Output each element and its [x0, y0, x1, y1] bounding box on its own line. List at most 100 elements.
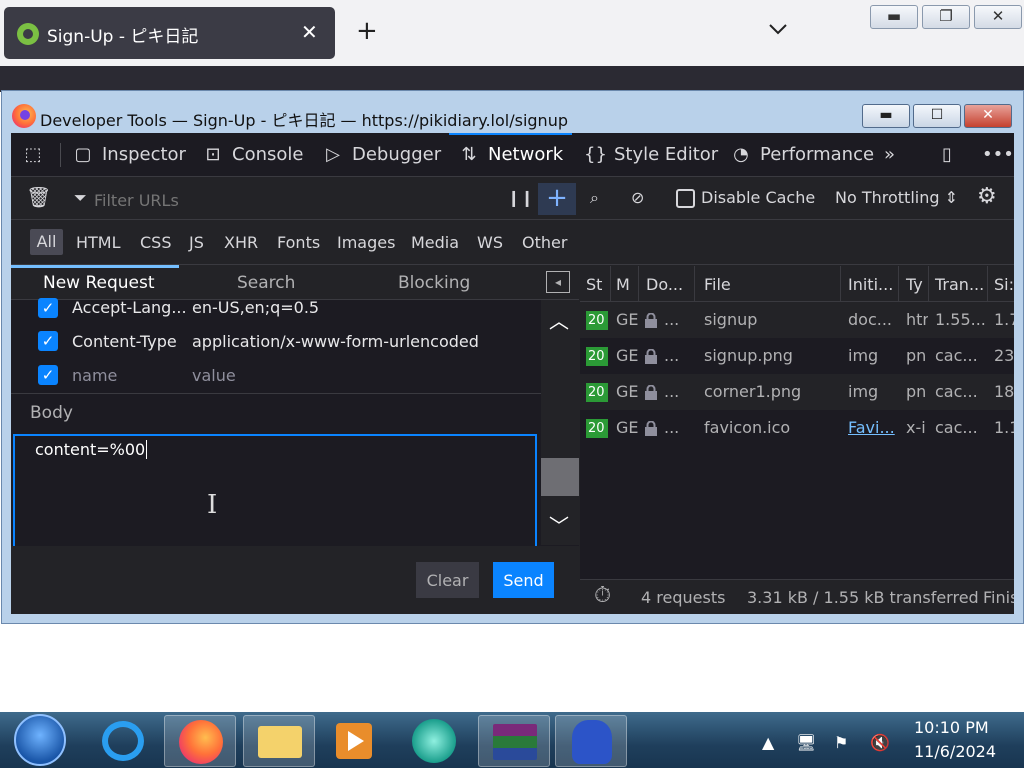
column-header-transferred[interactable]: Tran...: [935, 275, 984, 294]
table-row[interactable]: 20 GE ... favicon.ico Favi... x-i cac...…: [580, 410, 1014, 446]
element-picker-icon[interactable]: ⬚: [22, 143, 52, 167]
browser-minimize-button[interactable]: ▬: [870, 5, 918, 29]
start-button[interactable]: [14, 714, 66, 766]
column-header-file[interactable]: File: [704, 275, 731, 294]
style-editor-icon: {}: [584, 144, 607, 165]
domain-cell: ...: [664, 310, 680, 329]
media-player-icon[interactable]: [318, 715, 390, 767]
devtools-minimize-button[interactable]: ▬: [862, 104, 910, 128]
request-body-textarea[interactable]: content=%00: [13, 434, 537, 546]
stopwatch-icon[interactable]: ⏱: [594, 583, 611, 608]
internet-explorer-icon[interactable]: [88, 715, 160, 767]
firefox-taskbar-icon[interactable]: [164, 715, 236, 767]
browser-restore-button[interactable]: ❐: [922, 5, 970, 29]
column-header-size[interactable]: Si:: [994, 275, 1014, 294]
app-teal-icon[interactable]: [398, 715, 470, 767]
search-icon[interactable]: ⌕: [590, 188, 599, 208]
tab-list-chevron-icon[interactable]: [768, 22, 788, 42]
tab-style-editor[interactable]: {} Style Editor: [584, 143, 718, 167]
tab-network-label: Network: [488, 144, 564, 165]
browser-close-button[interactable]: ✕: [974, 5, 1022, 29]
tab-debugger[interactable]: ▷ Debugger: [322, 143, 441, 167]
header-value[interactable]: en-US,en;q=0.5: [192, 298, 319, 317]
devtools-maximize-button[interactable]: ☐: [913, 104, 961, 128]
type-filter-other[interactable]: Other: [522, 233, 567, 252]
file-explorer-icon[interactable]: [243, 715, 315, 767]
winrar-icon[interactable]: [478, 715, 550, 767]
tab-inspector[interactable]: ▢ Inspector: [72, 143, 185, 167]
tab-close-icon[interactable]: ✕: [301, 20, 318, 44]
type-filter-xhr[interactable]: XHR: [224, 233, 258, 252]
send-button[interactable]: Send: [493, 562, 554, 598]
header-enabled-checkbox[interactable]: ✓: [38, 365, 58, 385]
close-sidebar-icon[interactable]: ◂: [546, 271, 570, 293]
size-cell: 23: [994, 346, 1014, 365]
tab-new-request[interactable]: New Request: [43, 273, 155, 293]
trash-icon[interactable]: 🗑: [26, 185, 51, 209]
tab-blocking[interactable]: Blocking: [398, 273, 470, 293]
header-name[interactable]: Content-Type: [72, 332, 177, 351]
type-filter-images[interactable]: Images: [337, 233, 395, 252]
responsive-design-icon[interactable]: ▯: [942, 143, 952, 167]
network-tray-icon[interactable]: 🖥: [796, 733, 816, 752]
column-header-initiator[interactable]: Initi...: [848, 275, 893, 294]
header-enabled-checkbox[interactable]: ✓: [38, 331, 58, 351]
action-center-flag-icon[interactable]: ⚑: [834, 733, 848, 752]
column-header-method[interactable]: M: [616, 275, 630, 294]
table-row[interactable]: 20 GE ... signup doc... htr 1.55... 1.7: [580, 302, 1014, 338]
header-value-placeholder[interactable]: value: [192, 366, 236, 385]
scroll-up-icon[interactable]: ︿: [549, 310, 569, 332]
scroll-down-icon[interactable]: ﹀: [549, 515, 569, 537]
header-enabled-checkbox[interactable]: ✓: [38, 298, 58, 318]
file-cell: signup: [704, 310, 758, 329]
header-name-placeholder[interactable]: name: [72, 366, 117, 385]
performance-icon: ◔: [733, 144, 749, 165]
clock-date[interactable]: 11/6/2024: [914, 742, 996, 761]
console-icon: ⊡: [205, 144, 221, 165]
type-filter-media[interactable]: Media: [411, 233, 459, 252]
tab-performance[interactable]: ◔ Performance: [730, 143, 874, 167]
type-filter-fonts[interactable]: Fonts: [277, 233, 320, 252]
disable-cache-checkbox[interactable]: [676, 189, 695, 208]
file-cell: corner1.png: [704, 382, 802, 401]
filter-urls-input[interactable]: [94, 187, 514, 213]
tab-search[interactable]: Search: [237, 273, 295, 293]
size-cell: 18: [994, 382, 1014, 401]
tab-console[interactable]: ⊡ Console: [202, 143, 303, 167]
pause-icon[interactable]: ❙❙: [507, 188, 534, 207]
clear-button[interactable]: Clear: [416, 562, 479, 598]
new-tab-button[interactable]: +: [356, 18, 378, 44]
method-cell: GE: [616, 418, 638, 437]
column-header-status[interactable]: St: [586, 275, 602, 294]
show-hidden-icons-icon[interactable]: ▲: [762, 733, 774, 752]
scrollbar[interactable]: [541, 300, 579, 545]
devtools-close-button[interactable]: ✕: [964, 104, 1012, 128]
header-name[interactable]: Accept-Lang...: [72, 298, 187, 317]
throttling-select[interactable]: No Throttling ⇕: [835, 188, 958, 207]
new-request-button[interactable]: +: [538, 183, 576, 215]
clock-time[interactable]: 10:10 PM: [914, 718, 989, 737]
type-filter-js[interactable]: JS: [189, 233, 204, 252]
type-filter-css[interactable]: CSS: [140, 233, 171, 252]
column-header-domain[interactable]: Do...: [646, 275, 683, 294]
volume-muted-icon[interactable]: 🔇: [870, 733, 890, 752]
gear-icon[interactable]: ⚙: [977, 184, 997, 209]
file-cell: favicon.ico: [704, 418, 791, 437]
header-value[interactable]: application/x-www-form-urlencoded: [192, 332, 479, 351]
type-filter-html[interactable]: HTML: [76, 233, 121, 252]
devtools-menu-icon[interactable]: •••: [982, 143, 1014, 167]
type-filter-all[interactable]: All: [30, 229, 63, 255]
block-icon[interactable]: ⊘: [631, 188, 644, 207]
sonic-game-icon[interactable]: [555, 715, 627, 767]
browser-tab[interactable]: Sign-Up - ピキ日記 ✕: [4, 7, 335, 59]
initiator-link[interactable]: Favi...: [848, 418, 896, 437]
table-row[interactable]: 20 GE ... signup.png img pn cac... 23: [580, 338, 1014, 374]
tab-network[interactable]: ⇅ Network: [458, 143, 563, 167]
type-filter-ws[interactable]: WS: [477, 233, 503, 252]
table-row[interactable]: 20 GE ... corner1.png img pn cac... 18: [580, 374, 1014, 410]
text-caret: [146, 440, 148, 459]
more-tools-icon[interactable]: »: [884, 143, 895, 167]
scrollbar-thumb[interactable]: [541, 458, 579, 496]
tab-style-editor-label: Style Editor: [614, 144, 719, 165]
column-header-type[interactable]: Ty: [906, 275, 923, 294]
